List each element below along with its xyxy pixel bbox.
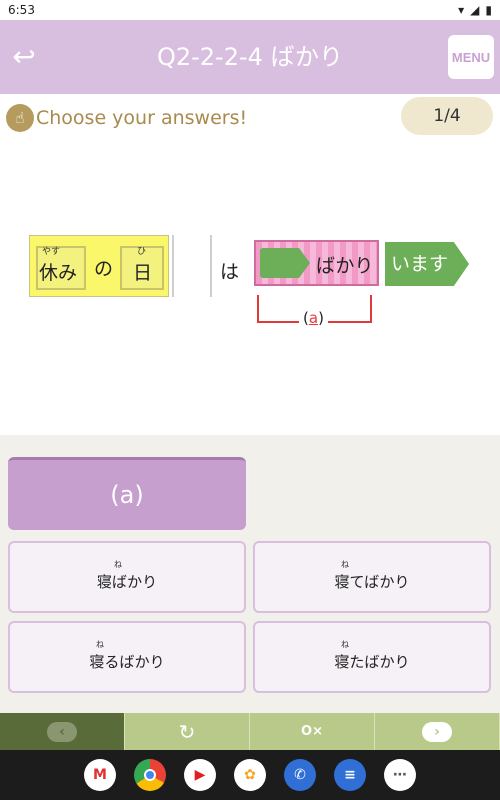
- answer-slot-a[interactable]: (a): [8, 457, 246, 530]
- wifi-icon: ▾: [458, 3, 465, 17]
- answer-check-button[interactable]: O×: [250, 713, 375, 750]
- choice-label: 寝ばかり: [96, 573, 158, 591]
- battery-icon: ▮: [485, 3, 492, 17]
- sentence-area: やす 休み の ひ 日 は ばかり います (a): [0, 140, 500, 435]
- phone-icon[interactable]: ✆: [284, 759, 316, 791]
- back-arrow-icon: ↩: [12, 39, 36, 73]
- retry-button[interactable]: ↻: [125, 713, 250, 750]
- apps-icon[interactable]: ⋯: [384, 759, 416, 791]
- verb-imasu: います: [385, 242, 469, 286]
- menu-button[interactable]: MENU: [448, 35, 494, 79]
- chevron-right-icon: ›: [422, 721, 452, 742]
- status-icons: ▾ ◢ ▮: [458, 3, 492, 17]
- status-time: 6:53: [8, 3, 35, 17]
- ruby-hi: ひ: [137, 247, 147, 257]
- divider: [172, 235, 174, 297]
- bracket-mark: a: [308, 309, 319, 327]
- android-dock: M ▶ ✿ ✆ ≡ ⋯: [0, 750, 500, 800]
- app-header: ↩ Q2-2-2-4 ばかり MENU: [0, 20, 500, 94]
- bracket-label: (a): [299, 309, 328, 327]
- page-title: Q2-2-2-4 ばかり: [156, 43, 344, 71]
- answer-area: (a) ね 寝ばかり ね 寝てばかり ね 寝るばかり ね 寝たばかり: [0, 435, 500, 713]
- progress-indicator: 1/4: [401, 97, 493, 135]
- ruby-yasu: やす: [42, 247, 61, 257]
- youtube-icon[interactable]: ▶: [184, 759, 216, 791]
- choice-ruby: ね: [341, 560, 349, 569]
- word-yasumi: 休み: [39, 262, 78, 284]
- choice-label: 寝たばかり: [334, 653, 410, 671]
- signal-icon: ◢: [470, 3, 480, 17]
- retry-icon: ↻: [178, 719, 196, 744]
- photos-icon[interactable]: ✿: [234, 759, 266, 791]
- messages-icon[interactable]: ≡: [334, 759, 366, 791]
- blank-bracket: (a): [257, 295, 372, 327]
- choice-option[interactable]: ね 寝るばかり: [8, 621, 246, 693]
- bakari-label: ばかり: [316, 255, 374, 277]
- status-bar: 6:53 ▾ ◢ ▮: [0, 0, 500, 20]
- bracket-close: ): [318, 309, 324, 327]
- choice-ruby: ね: [96, 640, 104, 649]
- prev-button[interactable]: ‹: [0, 713, 125, 750]
- instruction-text: Choose your answers!: [36, 107, 248, 129]
- choice-label: 寝るばかり: [89, 653, 165, 671]
- chevron-left-icon: ‹: [47, 721, 77, 742]
- choice-option[interactable]: ね 寝てばかり: [253, 541, 491, 613]
- next-button[interactable]: ›: [375, 713, 500, 750]
- particle-ha: は: [220, 261, 240, 283]
- gmail-icon[interactable]: M: [84, 759, 116, 791]
- word-hi: 日: [133, 262, 153, 284]
- hand-pointer-icon: ☝: [6, 104, 34, 132]
- bottom-toolbar: ‹ ↻ O× ›: [0, 713, 500, 750]
- phrase-block: やす 休み の ひ 日: [29, 235, 169, 297]
- back-button[interactable]: ↩: [6, 38, 42, 74]
- target-phrase-block: ばかり: [254, 240, 379, 286]
- answer-check-icon: O×: [301, 724, 323, 739]
- chrome-icon[interactable]: [134, 759, 166, 791]
- choice-option[interactable]: ね 寝ばかり: [8, 541, 246, 613]
- choice-ruby: ね: [114, 560, 122, 569]
- word-no: の: [94, 258, 114, 280]
- blank-tag[interactable]: [260, 248, 310, 278]
- choice-option[interactable]: ね 寝たばかり: [253, 621, 491, 693]
- choice-label: 寝てばかり: [334, 573, 410, 591]
- divider: [210, 235, 212, 297]
- choice-ruby: ね: [341, 640, 349, 649]
